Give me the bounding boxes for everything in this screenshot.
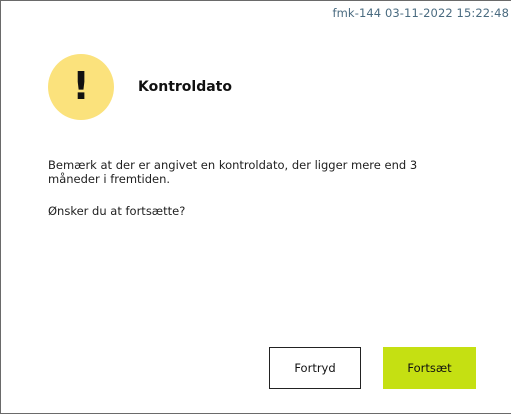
exclamation-warning-icon: ! bbox=[48, 54, 114, 120]
dialog-meta-info: fmk-144 03-11-2022 15:22:48 bbox=[332, 6, 509, 20]
dialog-body: Bemærk at der er angivet en kontroldato,… bbox=[48, 158, 468, 236]
dialog-title: Kontroldato bbox=[138, 79, 232, 95]
dialog-question: Ønsker du at fortsætte? bbox=[48, 204, 186, 218]
cancel-button[interactable]: Fortryd bbox=[269, 347, 361, 389]
exclamation-glyph: ! bbox=[72, 64, 90, 108]
confirmation-dialog: fmk-144 03-11-2022 15:22:48 ! Kontroldat… bbox=[0, 0, 511, 414]
continue-button[interactable]: Fortsæt bbox=[383, 347, 476, 389]
dialog-header: ! Kontroldato bbox=[48, 54, 232, 120]
dialog-message: Bemærk at der er angivet en kontroldato,… bbox=[48, 158, 418, 186]
